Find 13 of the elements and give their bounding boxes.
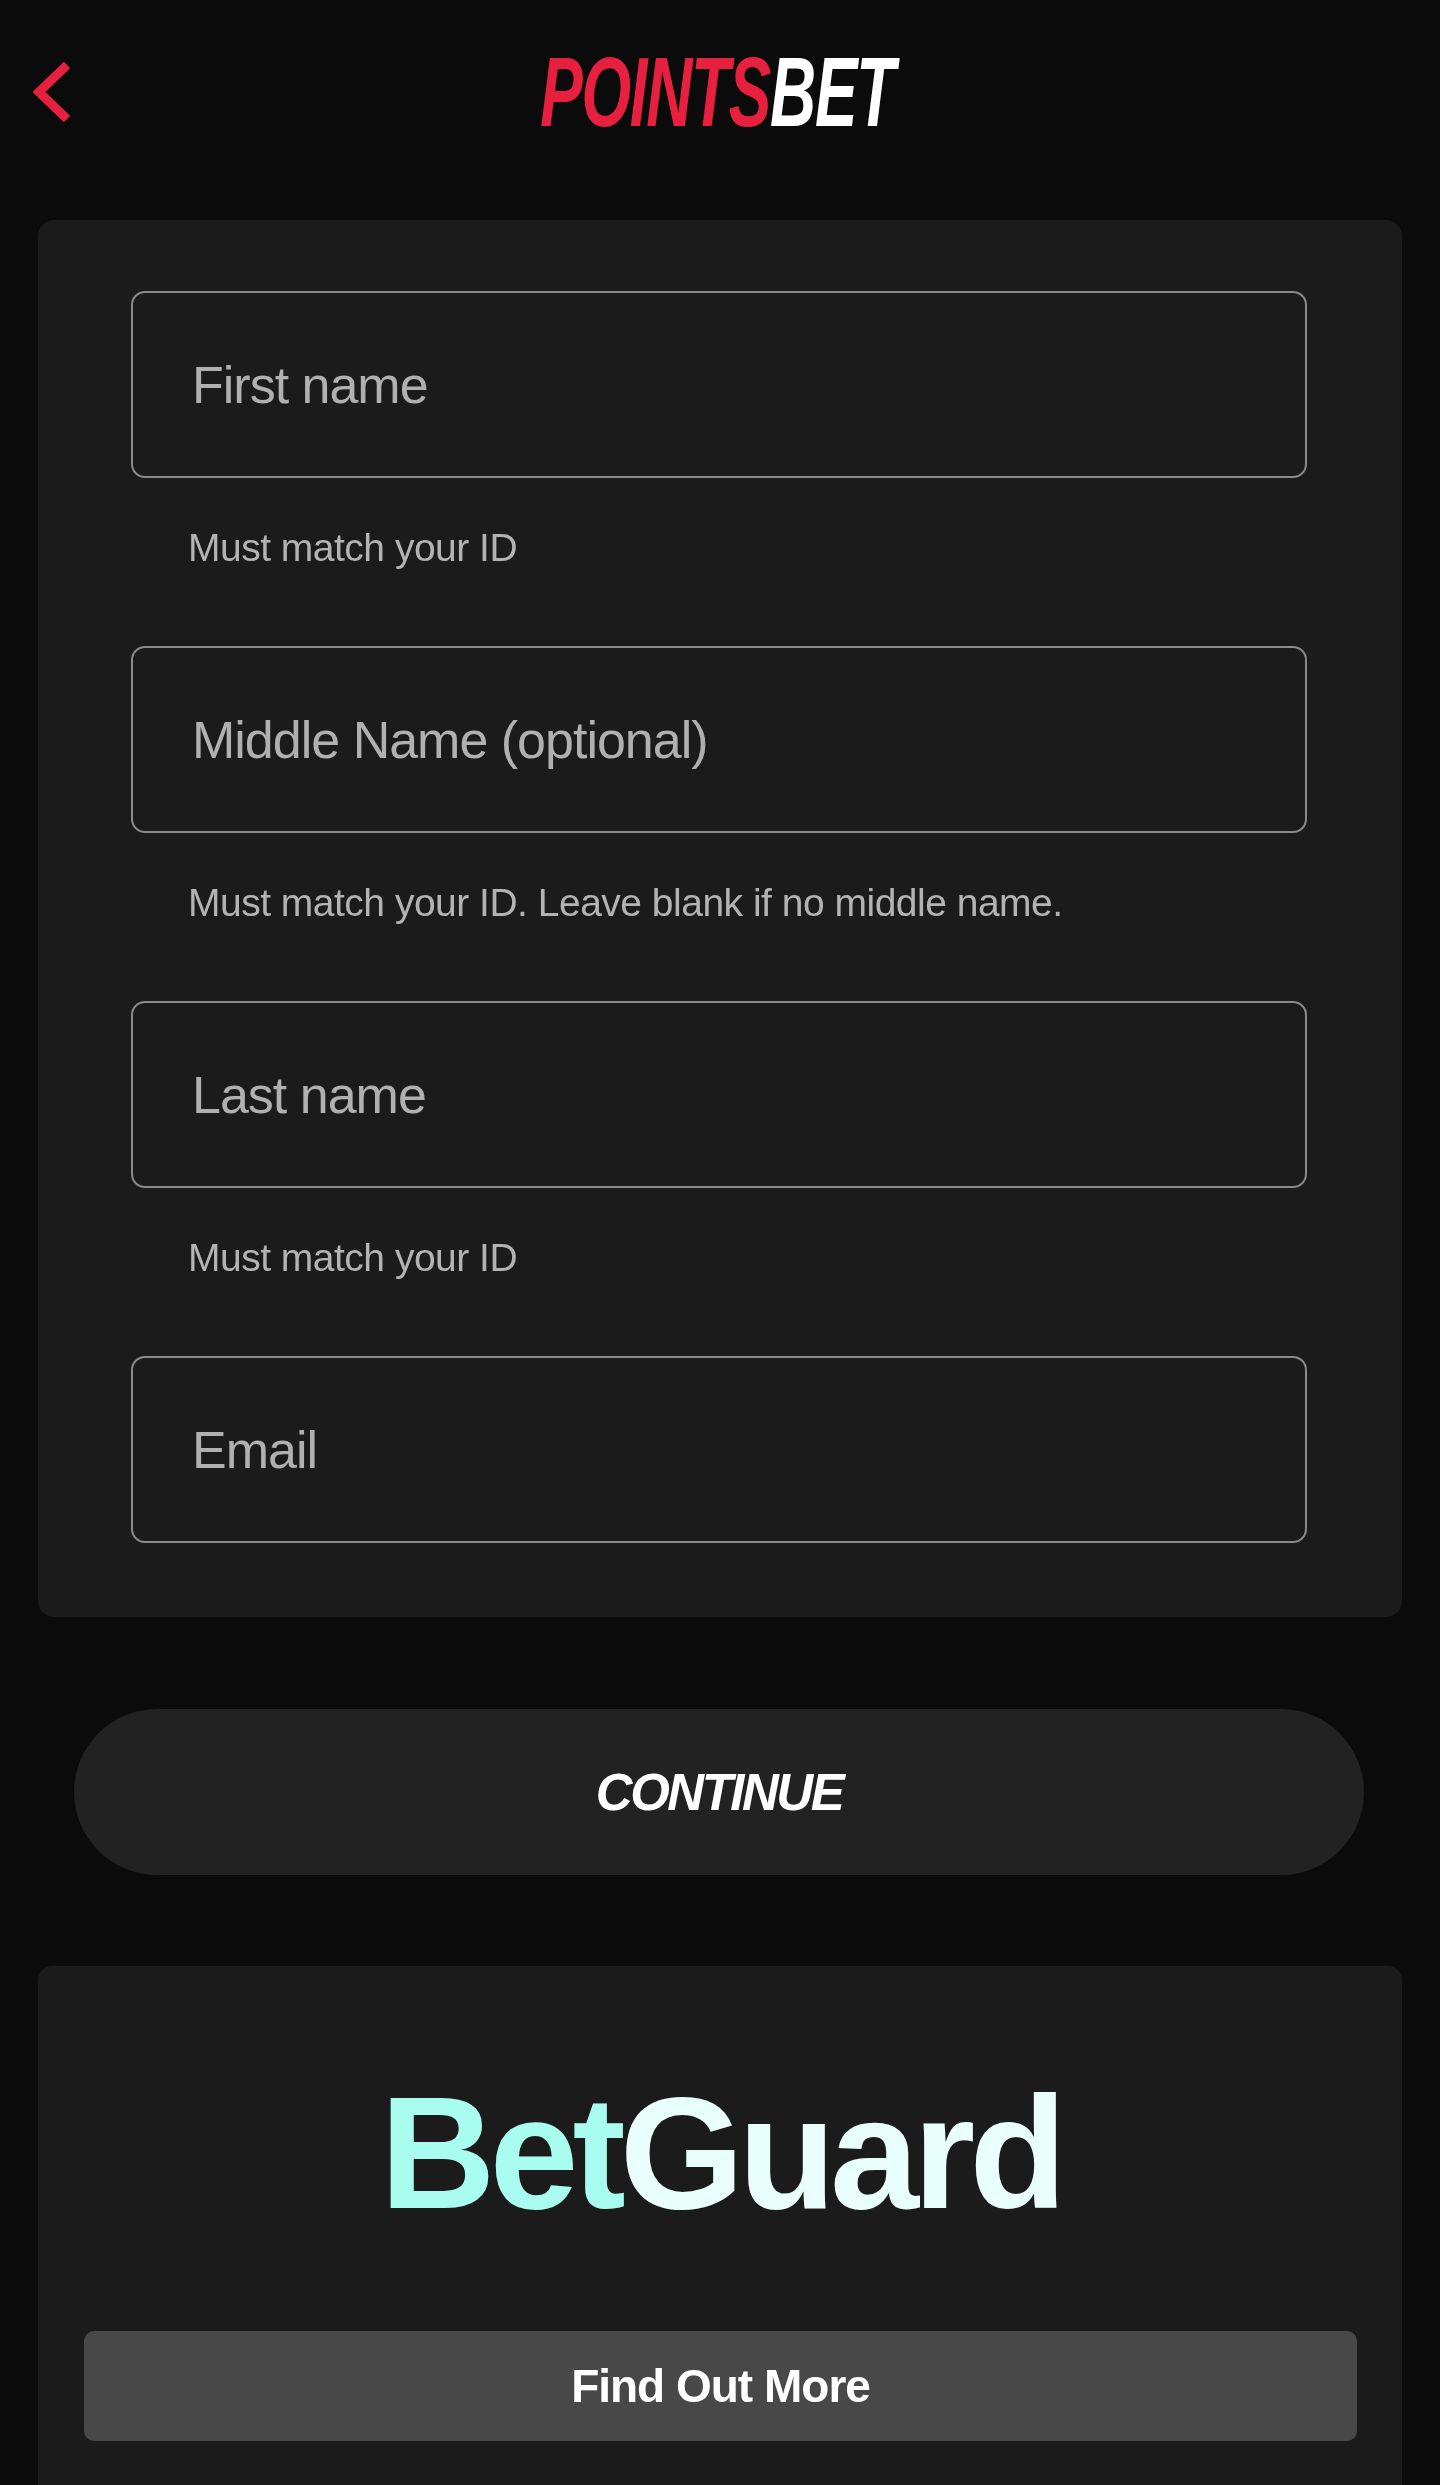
find-out-more-button[interactable]: Find Out More xyxy=(84,2331,1357,2441)
input-field[interactable]: Email xyxy=(131,1356,1307,1543)
continue-button[interactable]: CONTINUE xyxy=(74,1709,1364,1875)
chevron-left-icon xyxy=(32,61,72,123)
input-field[interactable]: Last name xyxy=(131,1001,1307,1188)
brand-logo: POINTSBET xyxy=(536,35,904,149)
input-field[interactable]: Middle Name (optional) xyxy=(131,646,1307,833)
input-field[interactable]: First name xyxy=(131,291,1307,478)
back-button[interactable] xyxy=(32,61,72,123)
helper-text: Must match your ID xyxy=(188,525,518,571)
helper-text: Must match your ID. Leave blank if no middle name. xyxy=(188,880,1063,926)
promo-logo: BetGuard xyxy=(380,2073,1061,2233)
helper-text: Must match your ID xyxy=(188,1235,518,1281)
